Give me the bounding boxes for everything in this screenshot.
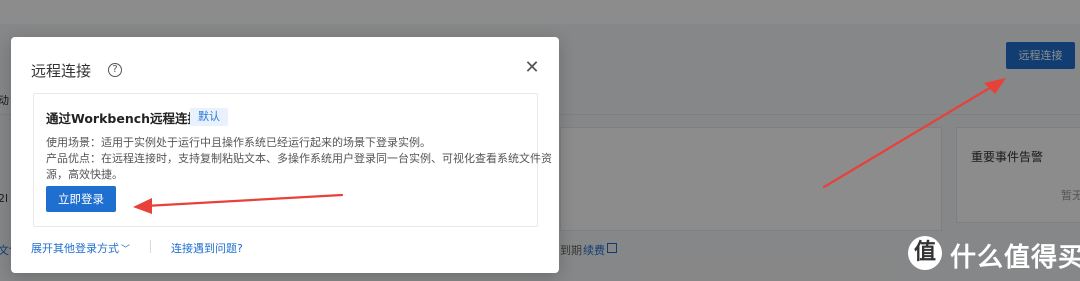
scenario-text: 使用场景：适用于实例处于运行中且操作系统已经运行起来的场景下登录实例。 <box>46 136 431 149</box>
advantages-text-cont: 源，高效快捷。 <box>46 168 123 181</box>
advantages-text: 产品优点：在远程连接时，支持复制粘贴文本、多操作系统用户登录同一台实例、可视化查… <box>46 152 552 165</box>
help-icon[interactable]: ? <box>108 63 122 77</box>
connection-problem-link[interactable]: 连接遇到问题? <box>171 240 243 256</box>
watermark-logo-icon: 值 <box>908 236 942 270</box>
chevron-down-icon[interactable]: ﹀ <box>121 242 130 255</box>
watermark-text: 什么值得买 <box>950 243 1080 273</box>
expand-other-methods-link[interactable]: 展开其他登录方式 <box>31 240 119 256</box>
divider <box>150 240 151 253</box>
dialog-title: 远程连接 <box>31 62 92 80</box>
remote-connect-dialog: 远程连接 ? ✕ 通过Workbench远程连接 默认 使用场景：适用于实例处于… <box>11 37 559 273</box>
close-icon[interactable]: ✕ <box>524 59 540 77</box>
option-heading: 通过Workbench远程连接 <box>46 111 201 126</box>
login-now-button[interactable]: 立即登录 <box>46 186 116 212</box>
workbench-option-card: 通过Workbench远程连接 默认 使用场景：适用于实例处于运行中且操作系统已… <box>33 93 552 227</box>
default-badge: 默认 <box>190 108 228 126</box>
